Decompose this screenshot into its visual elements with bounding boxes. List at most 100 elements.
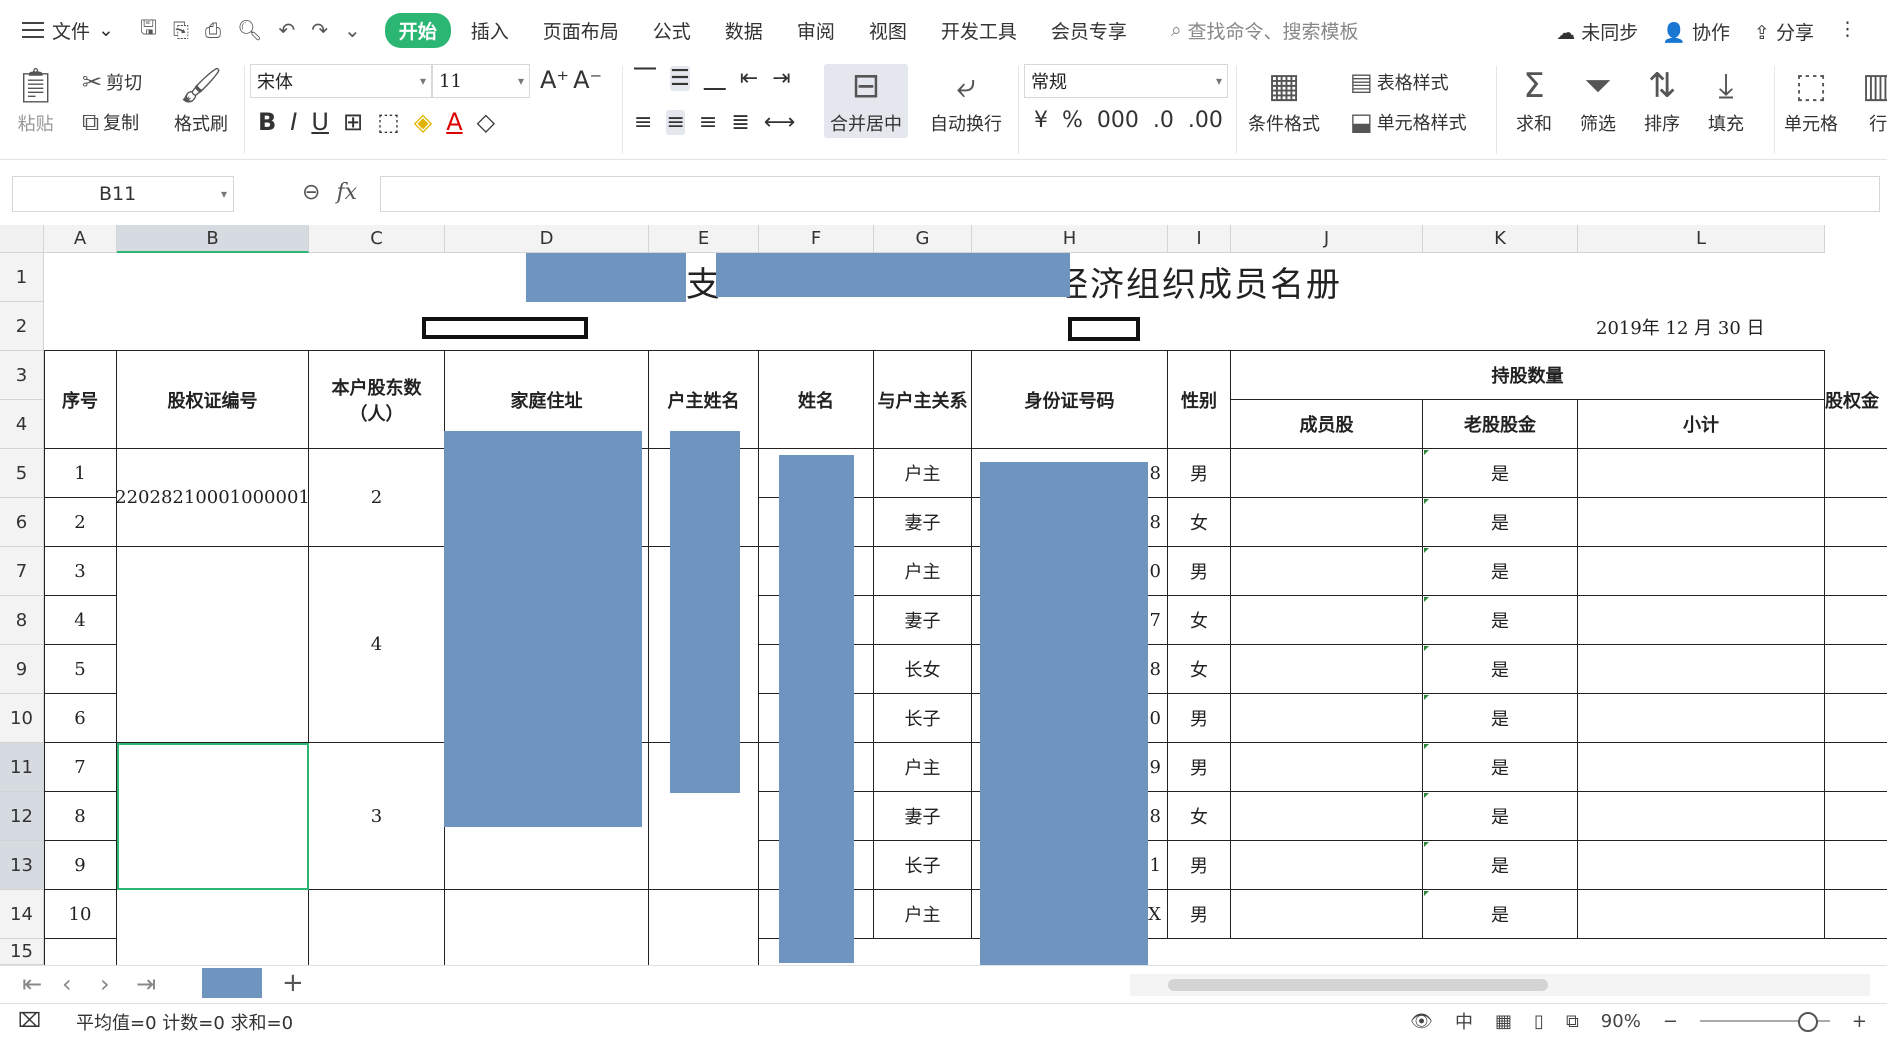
seq-cell[interactable] xyxy=(44,939,117,965)
increase-decimal-icon[interactable]: .0 xyxy=(1153,108,1174,133)
old-share-cell[interactable]: 是 xyxy=(1423,498,1578,547)
print-icon[interactable]: ⎙ xyxy=(205,18,221,42)
seq-cell[interactable]: 8 xyxy=(44,792,117,841)
header-household-count[interactable]: 本户股东数（人） xyxy=(309,351,445,449)
wrap-text-button[interactable]: ⤶ 自动换行 xyxy=(930,66,1002,136)
header-shares[interactable]: 持股数量 xyxy=(1231,351,1825,400)
subtotal-cell[interactable] xyxy=(1578,498,1825,547)
align-middle-icon[interactable]: ☰ xyxy=(670,66,690,91)
distribute-icon[interactable]: ⟷ xyxy=(764,110,796,135)
seq-cell[interactable]: 3 xyxy=(44,547,117,596)
fill-color-icon[interactable]: ◈ xyxy=(414,108,432,136)
sheet-tab-redacted[interactable] xyxy=(202,968,262,998)
share-button[interactable]: ⇪ 分享 xyxy=(1754,18,1814,45)
file-menu[interactable]: 文件 ⌄ xyxy=(0,17,140,44)
member-share-cell[interactable] xyxy=(1231,694,1423,743)
header-subtotal[interactable]: 小计 xyxy=(1578,400,1825,449)
customize-icon[interactable]: ⌄ xyxy=(344,18,361,42)
seq-cell[interactable]: 5 xyxy=(44,645,117,694)
next-sheet-icon[interactable]: › xyxy=(100,970,110,998)
subtotal-cell[interactable] xyxy=(1578,841,1825,890)
align-left-icon[interactable]: ≡ xyxy=(634,110,652,135)
household-count-cell[interactable]: 3 xyxy=(309,743,445,890)
page-layout-view-icon[interactable]: ▯ xyxy=(1534,1011,1544,1032)
column-header-f[interactable]: F xyxy=(759,225,874,253)
row-header-14[interactable]: 14 xyxy=(0,890,44,939)
decrease-decimal-icon[interactable]: .00 xyxy=(1188,108,1223,133)
header-id-no[interactable]: 身份证号码 xyxy=(972,351,1168,449)
member-share-cell[interactable] xyxy=(1231,841,1423,890)
format-painter-button[interactable]: 🖌︎ 格式刷 xyxy=(174,66,228,136)
tab-member[interactable]: 会员专享 xyxy=(1037,13,1141,48)
household-count-cell[interactable] xyxy=(309,890,445,965)
sort-button[interactable]: ⇅ 排序 xyxy=(1644,66,1680,136)
relation-cell[interactable]: 户主 xyxy=(874,449,972,498)
conditional-format-button[interactable]: ▦ 条件格式 xyxy=(1248,66,1320,136)
seq-cell[interactable]: 6 xyxy=(44,694,117,743)
seq-cell[interactable]: 9 xyxy=(44,841,117,890)
relation-cell[interactable]: 妻子 xyxy=(874,498,972,547)
sheet-grid[interactable]: 支 经济组织成员名册 2019年 12 月 30 日 序号 股权证编号 本户股东数（… xyxy=(44,253,1887,965)
member-share-cell[interactable] xyxy=(1231,498,1423,547)
bold-icon[interactable]: B xyxy=(258,108,276,136)
header-old-share[interactable]: 老股股金 xyxy=(1423,400,1578,449)
relation-cell[interactable]: 户主 xyxy=(874,890,972,939)
first-sheet-icon[interactable]: ⇤ xyxy=(22,970,42,998)
command-search[interactable]: ⌕ 查找命令、搜索模板 xyxy=(1171,17,1359,44)
header-member-share[interactable]: 成员股 xyxy=(1231,400,1423,449)
increase-font-icon[interactable]: A⁺ xyxy=(540,66,569,94)
align-right-icon[interactable]: ≡ xyxy=(699,110,717,135)
row-header-12[interactable]: 12 xyxy=(0,792,44,841)
gender-cell[interactable]: 男 xyxy=(1168,890,1231,939)
address-cell[interactable] xyxy=(445,890,649,965)
scrollbar-thumb[interactable] xyxy=(1168,979,1548,991)
align-top-icon[interactable]: ⎺ xyxy=(634,66,656,91)
column-header-l[interactable]: L xyxy=(1578,225,1825,253)
column-header-g[interactable]: G xyxy=(874,225,972,253)
align-center-icon[interactable]: ≡ xyxy=(666,110,685,135)
row-header-10[interactable]: 10 xyxy=(0,694,44,743)
subtotal-cell[interactable] xyxy=(1578,890,1825,939)
row-header-2[interactable]: 2 xyxy=(0,302,44,351)
column-header-j[interactable]: J xyxy=(1231,225,1423,253)
zoom-slider[interactable] xyxy=(1699,1012,1830,1032)
thousands-icon[interactable]: 000 xyxy=(1097,108,1139,133)
row-header-11[interactable]: 11 xyxy=(0,743,44,792)
merge-center-button[interactable]: ⊟ 合并居中 xyxy=(824,64,908,138)
header-seq[interactable]: 序号 xyxy=(44,351,117,449)
column-header-a[interactable]: A xyxy=(44,225,117,253)
tab-view[interactable]: 视图 xyxy=(855,13,921,48)
header-name[interactable]: 姓名 xyxy=(759,351,874,449)
italic-icon[interactable]: I xyxy=(290,108,297,136)
row-header-6[interactable]: 6 xyxy=(0,498,44,547)
page-break-view-icon[interactable]: ⧉ xyxy=(1566,1011,1579,1032)
seq-cell[interactable]: 7 xyxy=(44,743,117,792)
relation-cell[interactable]: 长女 xyxy=(874,645,972,694)
gender-cell[interactable]: 女 xyxy=(1168,792,1231,841)
indent-increase-icon[interactable]: ⇥ xyxy=(772,66,790,91)
print-preview-icon[interactable]: 🔍︎ xyxy=(237,18,262,42)
eraser-icon[interactable]: ◇ xyxy=(477,108,495,136)
sum-button[interactable]: Σ 求和 xyxy=(1516,66,1552,136)
select-all-corner[interactable] xyxy=(0,225,44,253)
gender-cell[interactable]: 男 xyxy=(1168,841,1231,890)
number-format-select[interactable]: 常规 xyxy=(1024,64,1228,98)
font-color-icon[interactable]: A xyxy=(446,108,462,136)
equity-cell[interactable] xyxy=(1825,498,1887,547)
last-sheet-icon[interactable]: ⇥ xyxy=(136,970,156,998)
horizontal-scrollbar[interactable] xyxy=(1130,974,1870,996)
seq-cell[interactable]: 2 xyxy=(44,498,117,547)
sheet-status-icon[interactable]: ⌧ xyxy=(18,1008,41,1032)
cell-button[interactable]: ⬚ 单元格 xyxy=(1784,66,1838,136)
gender-cell[interactable]: 男 xyxy=(1168,743,1231,792)
relation-cell[interactable]: 妻子 xyxy=(874,596,972,645)
cert-no-cell[interactable] xyxy=(117,890,309,965)
paste-button[interactable]: 📋︎ 粘贴 xyxy=(14,66,57,136)
gender-cell[interactable]: 男 xyxy=(1168,547,1231,596)
align-bottom-icon[interactable]: ⎽ xyxy=(704,66,726,91)
column-header-c[interactable]: C xyxy=(309,225,445,253)
relation-cell[interactable]: 户主 xyxy=(874,743,972,792)
equity-cell[interactable] xyxy=(1825,841,1887,890)
export-icon[interactable]: ⎘ xyxy=(173,18,189,42)
member-share-cell[interactable] xyxy=(1231,547,1423,596)
